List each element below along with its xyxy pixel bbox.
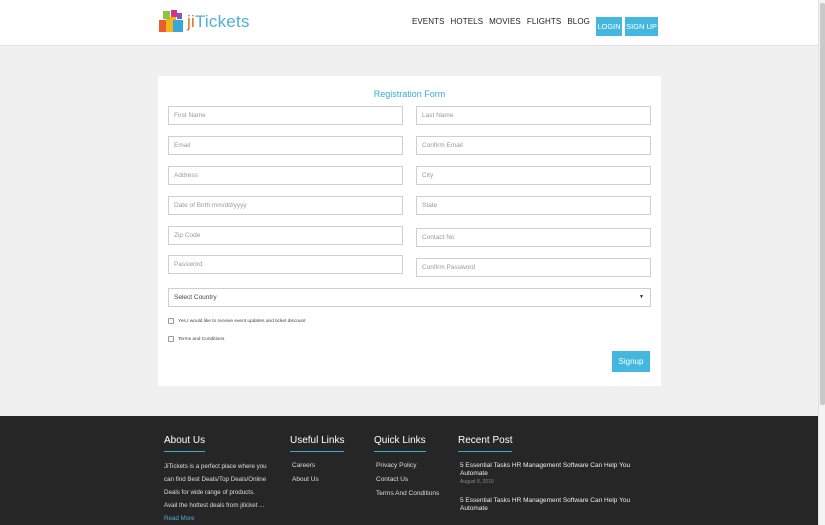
form-title: Registration Form — [373, 89, 446, 99]
footer-recent-rule — [458, 451, 513, 452]
footer-link-careers[interactable]: Careers — [292, 462, 344, 476]
scrollbar-thumb[interactable] — [820, 3, 825, 405]
password-input[interactable]: Password — [168, 255, 403, 274]
last-name-input[interactable]: Last Name — [416, 106, 651, 125]
terms-label: Terms and Conditions — [178, 336, 225, 342]
footer-quick-rule — [374, 451, 426, 452]
footer-about-rule — [164, 451, 206, 452]
recent-post-item[interactable]: 5 Essential Tasks HR Management Software… — [460, 497, 640, 513]
confirm-email-input[interactable]: Confirm Email — [416, 136, 651, 155]
login-button[interactable]: LOGIN — [596, 17, 622, 36]
brand-logo[interactable]: jiTickets — [157, 8, 250, 36]
newsletter-checkbox[interactable] — [168, 318, 174, 324]
registration-card: Registration Form First Name Last Name E… — [158, 76, 661, 386]
recent-post-item[interactable]: 5 Essential Tasks HR Management Software… — [460, 462, 640, 485]
footer-recent-post: Recent Post 5 Essential Tasks HR Managem… — [458, 430, 640, 513]
nav-flights[interactable]: FLIGHTS — [527, 17, 561, 26]
page-scrollbar[interactable] — [818, 0, 825, 525]
footer-useful-links: Useful Links Careers About Us — [290, 430, 345, 490]
footer-about-heading: About Us — [164, 435, 206, 446]
newsletter-label: Yes,I would like to receive event update… — [178, 318, 306, 324]
nav-hotels[interactable]: HOTELS — [451, 17, 484, 26]
confirm-password-input[interactable]: Confirm Password — [416, 258, 651, 277]
main-nav: EVENTS HOTELS MOVIES FLIGHTS BLOG — [406, 17, 590, 26]
recent-post-title[interactable]: 5 Essential Tasks HR Management Software… — [460, 497, 640, 513]
address-input[interactable]: Address — [168, 166, 403, 185]
footer-useful-heading: Useful Links — [290, 435, 345, 446]
site-footer: About Us JiTickets is a perfect place wh… — [0, 416, 825, 525]
caret-down-icon: ▼ — [639, 294, 644, 300]
site-header: jiTickets EVENTS HOTELS MOVIES FLIGHTS B… — [0, 0, 825, 46]
country-select-value: Select Country — [174, 294, 217, 301]
recent-post-title[interactable]: 5 Essential Tasks HR Management Software… — [460, 462, 640, 478]
newsletter-row: Yes,I would like to receive event update… — [168, 318, 306, 324]
signup-nav-button[interactable]: SIGN UP — [625, 17, 658, 36]
email-input[interactable]: Email — [168, 136, 403, 155]
ticket-stack-icon — [157, 8, 185, 36]
nav-events[interactable]: EVENTS — [412, 17, 445, 26]
footer-quick-links: Quick Links Privacy Policy Contact Us Te… — [374, 430, 439, 504]
footer-link-terms[interactable]: Terms And Conditions — [376, 490, 439, 504]
footer-link-privacy[interactable]: Privacy Policy — [376, 462, 439, 476]
contact-input[interactable]: Contact No — [416, 228, 651, 247]
nav-blog[interactable]: BLOG — [567, 17, 590, 26]
zip-input[interactable]: Zip Code — [168, 226, 403, 245]
first-name-input[interactable]: First Name — [168, 106, 403, 125]
footer-about: About Us JiTickets is a perfect place wh… — [164, 430, 268, 525]
dob-input[interactable]: Date of Birth mm/dd/yyyy — [168, 196, 403, 215]
footer-link-about[interactable]: About Us — [292, 476, 344, 490]
nav-movies[interactable]: MOVIES — [489, 17, 521, 26]
signup-submit-button[interactable]: Signup — [612, 351, 650, 372]
terms-checkbox[interactable] — [168, 336, 174, 342]
footer-quick-heading: Quick Links — [374, 435, 426, 446]
footer-recent-heading: Recent Post — [458, 435, 513, 446]
footer-useful-rule — [290, 451, 345, 452]
read-more-link[interactable]: Read More — [164, 515, 195, 522]
footer-link-contact[interactable]: Contact Us — [376, 476, 439, 490]
country-select[interactable]: Select Country ▼ — [168, 288, 651, 307]
recent-post-date: August 8, 2019 — [460, 479, 494, 485]
footer-about-text: JiTickets is a perfect place where you c… — [164, 463, 267, 522]
brand-name: jiTickets — [187, 12, 250, 31]
state-input[interactable]: State — [416, 196, 651, 215]
city-input[interactable]: City — [416, 166, 651, 185]
terms-row: Terms and Conditions — [168, 336, 224, 342]
